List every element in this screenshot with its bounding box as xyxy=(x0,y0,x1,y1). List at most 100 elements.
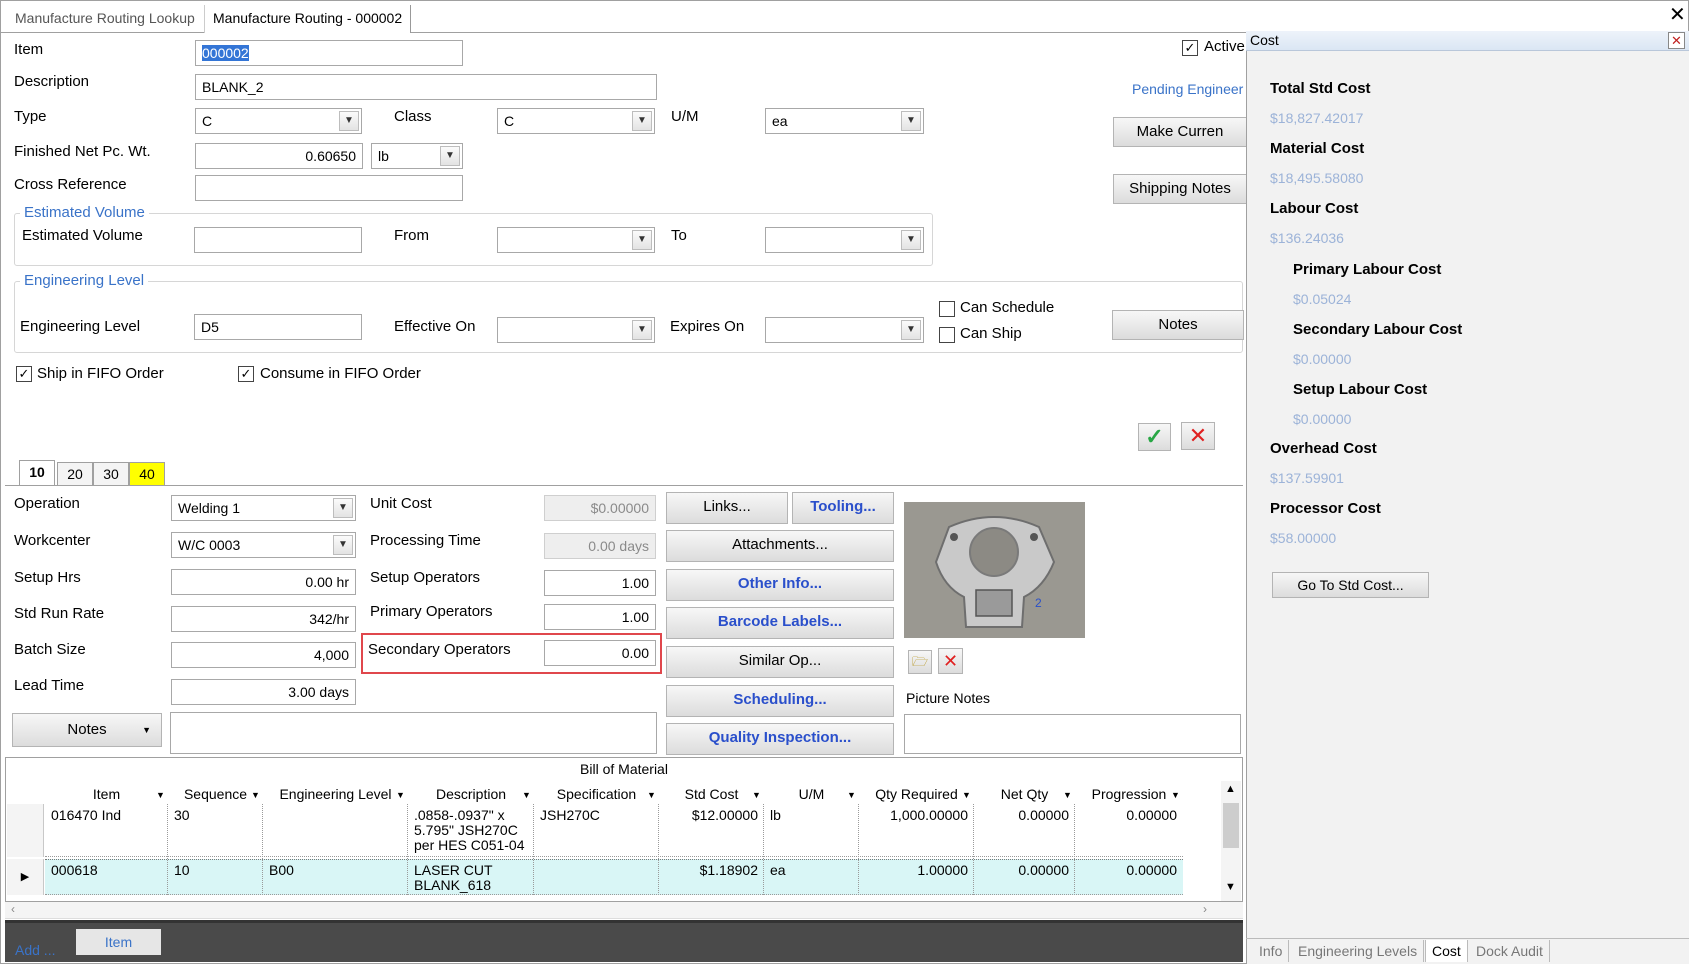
workcenter-select[interactable]: W/C 0003 ▼ xyxy=(171,532,356,558)
item-tab[interactable]: Item xyxy=(76,929,161,955)
table-cell[interactable]: B00 xyxy=(269,863,402,878)
scroll-down-icon[interactable]: ▼ xyxy=(1225,881,1236,893)
bom-column-header[interactable]: U/M xyxy=(764,786,859,802)
panel-tab-cost[interactable]: Cost xyxy=(1425,940,1468,962)
column-filter-icon[interactable]: ▼ xyxy=(1063,790,1072,800)
quality-inspection-button[interactable]: Quality Inspection... xyxy=(666,723,894,755)
other-info-button[interactable]: Other Info... xyxy=(666,569,894,601)
table-cell[interactable]: 30 xyxy=(174,808,257,823)
chevron-down-icon[interactable]: ▼ xyxy=(901,230,921,250)
engineering-level-input[interactable]: D5 xyxy=(194,314,362,340)
table-cell[interactable]: 10 xyxy=(174,863,257,878)
table-cell[interactable]: LASER CUT BLANK_618 xyxy=(414,863,528,893)
bom-column-header[interactable]: Sequence xyxy=(168,786,263,802)
delete-picture-icon[interactable]: ✕ xyxy=(938,648,963,674)
links-button[interactable]: Links... xyxy=(666,492,788,524)
op-tab-20[interactable]: 20 xyxy=(57,462,93,486)
bom-horizontal-scrollbar[interactable]: ‹ › xyxy=(5,902,1243,919)
um-select[interactable]: ea ▼ xyxy=(765,108,924,134)
column-filter-icon[interactable]: ▼ xyxy=(156,790,165,800)
open-folder-icon[interactable]: 🗁 xyxy=(908,650,932,674)
setup-hrs-input[interactable]: 0.00 hr xyxy=(171,569,356,595)
shipping-notes-button[interactable]: Shipping Notes xyxy=(1113,174,1247,204)
bom-column-header[interactable]: Net Qty xyxy=(974,786,1075,802)
weight-unit-select[interactable]: lb ▼ xyxy=(371,143,463,169)
op-tab-30[interactable]: 30 xyxy=(93,462,129,486)
column-filter-icon[interactable]: ▼ xyxy=(251,790,260,800)
can-schedule-checkbox[interactable] xyxy=(939,301,955,317)
cancel-x-icon[interactable]: ✕ xyxy=(1181,422,1215,450)
column-filter-icon[interactable]: ▼ xyxy=(962,790,971,800)
effective-on-select[interactable]: ▼ xyxy=(497,317,655,343)
table-cell[interactable]: 0.00000 xyxy=(1081,863,1177,878)
panel-tab-dock-audit[interactable]: Dock Audit xyxy=(1470,940,1550,962)
chevron-down-icon[interactable]: ▼ xyxy=(632,230,652,250)
column-filter-icon[interactable]: ▼ xyxy=(847,790,856,800)
make-current-button[interactable]: Make Curren xyxy=(1113,117,1247,147)
std-run-rate-input[interactable]: 342/hr xyxy=(171,606,356,632)
item-input[interactable]: 000002 xyxy=(195,40,463,66)
scroll-left-icon[interactable]: ‹ xyxy=(11,902,15,916)
chevron-down-icon[interactable]: ▼ xyxy=(632,320,652,340)
chevron-down-icon[interactable]: ▼ xyxy=(632,111,652,131)
table-cell[interactable]: JSH270C xyxy=(540,808,653,823)
go-to-std-cost-button[interactable]: Go To Std Cost... xyxy=(1272,572,1429,598)
primary-operators-input[interactable]: 1.00 xyxy=(544,604,656,630)
table-cell[interactable]: 000618 xyxy=(51,863,162,878)
chevron-down-icon[interactable]: ▼ xyxy=(333,498,353,518)
op-tab-40[interactable]: 40 xyxy=(129,462,165,486)
table-cell[interactable]: 016470 Ind xyxy=(51,808,162,823)
table-cell[interactable]: 1.00000 xyxy=(865,863,968,878)
scheduling-button[interactable]: Scheduling... xyxy=(666,685,894,717)
column-filter-icon[interactable]: ▼ xyxy=(396,790,405,800)
bom-column-header[interactable]: Specification xyxy=(534,786,659,802)
op-tab-10[interactable]: 10 xyxy=(19,460,55,486)
from-select[interactable]: ▼ xyxy=(497,227,655,253)
setup-operators-input[interactable]: 1.00 xyxy=(544,570,656,596)
table-cell[interactable]: $1.18902 xyxy=(665,863,758,878)
net-weight-input[interactable]: 0.60650 xyxy=(195,143,363,169)
bom-scrollbar[interactable]: ▲ ▼ xyxy=(1221,781,1241,901)
chevron-down-icon[interactable]: ▼ xyxy=(333,535,353,555)
chevron-down-icon[interactable]: ▼ xyxy=(901,320,921,340)
tab-routing-lookup[interactable]: Manufacture Routing Lookup xyxy=(7,5,203,33)
tooling-button[interactable]: Tooling... xyxy=(792,492,894,524)
to-select[interactable]: ▼ xyxy=(765,227,924,253)
pending-engineer-link[interactable]: Pending Engineer xyxy=(1132,81,1243,97)
chevron-down-icon[interactable]: ▼ xyxy=(440,146,460,166)
table-cell[interactable]: lb xyxy=(770,808,853,823)
cross-reference-input[interactable] xyxy=(195,175,463,201)
scroll-right-icon[interactable]: › xyxy=(1203,902,1207,916)
column-filter-icon[interactable]: ▼ xyxy=(1171,790,1180,800)
close-panel-icon[interactable]: ✕ xyxy=(1668,32,1685,49)
save-check-icon[interactable]: ✓ xyxy=(1138,423,1171,451)
column-filter-icon[interactable]: ▼ xyxy=(647,790,656,800)
column-filter-icon[interactable]: ▼ xyxy=(522,790,531,800)
chevron-down-icon[interactable]: ▼ xyxy=(339,111,359,131)
active-checkbox[interactable]: ✓ xyxy=(1182,40,1198,56)
ship-fifo-checkbox[interactable]: ✓ xyxy=(16,366,32,382)
close-window-icon[interactable]: ✕ xyxy=(1669,5,1686,25)
scroll-thumb[interactable] xyxy=(1223,803,1239,848)
can-ship-checkbox[interactable] xyxy=(939,327,955,343)
bom-column-header[interactable]: Qty Required xyxy=(859,786,974,802)
table-cell[interactable]: 0.00000 xyxy=(980,808,1069,823)
table-cell[interactable]: ea xyxy=(770,863,853,878)
operation-notes-button[interactable]: Notes ▼ xyxy=(12,713,162,747)
panel-tab-engineering-levels[interactable]: Engineering Levels xyxy=(1292,940,1425,962)
table-cell[interactable]: .0858-.0937" x 5.795" JSH270C per HES C0… xyxy=(414,808,528,853)
bom-column-header[interactable]: Std Cost xyxy=(659,786,764,802)
lead-time-input[interactable]: 3.00 days xyxy=(171,679,356,705)
table-cell[interactable]: 0.00000 xyxy=(1081,808,1177,823)
attachments-button[interactable]: Attachments... xyxy=(666,530,894,562)
bom-column-header[interactable]: Progression xyxy=(1075,786,1183,802)
type-select[interactable]: C ▼ xyxy=(195,108,362,134)
add-item-link[interactable]: Add ... xyxy=(15,942,55,958)
panel-tab-info[interactable]: Info xyxy=(1253,940,1290,962)
description-input[interactable]: BLANK_2 xyxy=(195,74,657,100)
table-cell[interactable]: 0.00000 xyxy=(980,863,1069,878)
bom-column-header[interactable]: Item xyxy=(45,786,168,802)
scroll-up-icon[interactable]: ▲ xyxy=(1225,783,1236,795)
expires-on-select[interactable]: ▼ xyxy=(765,317,924,343)
batch-size-input[interactable]: 4,000 xyxy=(171,642,356,668)
